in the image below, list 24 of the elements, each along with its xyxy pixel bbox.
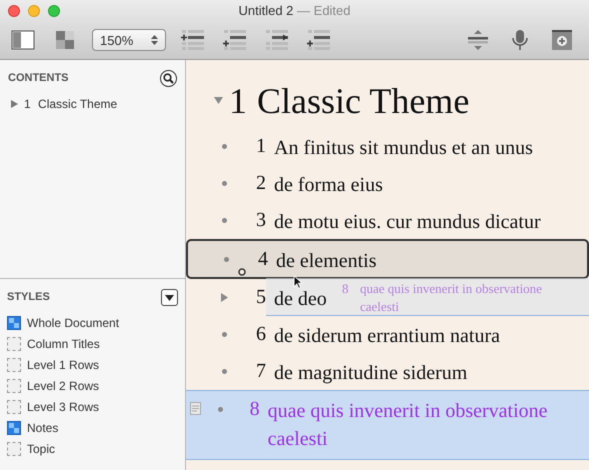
row-number: 7	[255, 359, 266, 383]
row-text: de siderum errantium natura	[274, 324, 502, 349]
row-text: de magnitudine siderum	[274, 361, 468, 386]
drag-preview-text: quae quis invenerit in observatione caelesti	[360, 280, 543, 316]
row-number: 2	[255, 171, 266, 195]
row-number: 3	[255, 208, 266, 232]
row-number: 6	[255, 322, 266, 346]
row-text: quae quis invenerit in observatione caelesti	[268, 399, 549, 452]
row-text: de forma eius	[274, 173, 384, 198]
row-text: de elementis	[276, 249, 378, 274]
row-number: 8	[248, 397, 260, 421]
heading-number: 1	[229, 80, 247, 123]
row-number: 4	[257, 247, 268, 271]
edited-status: — Edited	[297, 3, 351, 18]
drag-preview-number: 8	[342, 280, 350, 298]
row-text: An finitus sit mundus et an unus	[274, 136, 534, 161]
window-title: Untitled 2	[238, 3, 294, 18]
styles-heading: STYLES	[7, 290, 50, 306]
row-number: 5	[255, 285, 266, 309]
row-text: de motu eius. cur mundus dicatur	[274, 210, 542, 235]
row-text: de deo	[274, 287, 328, 312]
contents-heading: CONTENTS	[8, 71, 68, 86]
row-number: 1	[255, 134, 266, 158]
heading-title: Classic Theme	[257, 80, 470, 123]
